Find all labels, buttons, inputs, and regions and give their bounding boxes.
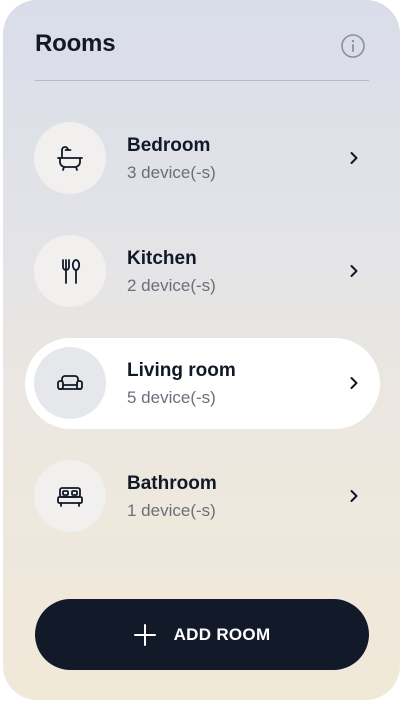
bed-icon bbox=[57, 487, 83, 507]
page-title: Rooms bbox=[35, 30, 116, 57]
room-name: Bedroom bbox=[127, 135, 211, 156]
room-icon-circle bbox=[34, 347, 106, 419]
fork-spoon-icon bbox=[62, 259, 81, 284]
sofa-icon bbox=[57, 375, 83, 390]
info-icon[interactable] bbox=[341, 34, 365, 58]
room-name: Bathroom bbox=[127, 473, 217, 494]
room-item-bedroom[interactable]: Bedroom 3 device(-s) bbox=[25, 113, 380, 204]
room-item-living-room[interactable]: Living room 5 device(-s) bbox=[25, 338, 380, 429]
room-device-count: 2 device(-s) bbox=[127, 276, 216, 295]
room-device-count: 1 device(-s) bbox=[127, 501, 216, 520]
chevron-right-icon bbox=[350, 265, 358, 277]
add-room-label: ADD ROOM bbox=[173, 624, 271, 644]
header-divider bbox=[35, 80, 369, 81]
rooms-screen: Rooms Bedroom 3 device(-s) Kitchen 2 dev… bbox=[3, 0, 400, 700]
bathtub-icon bbox=[57, 146, 83, 171]
add-room-button[interactable]: ADD ROOM bbox=[35, 599, 369, 670]
chevron-right-icon bbox=[350, 377, 358, 389]
room-item-bathroom[interactable]: Bathroom 1 device(-s) bbox=[25, 451, 380, 542]
room-name: Kitchen bbox=[127, 248, 197, 269]
room-icon-circle bbox=[34, 235, 106, 307]
chevron-right-icon bbox=[350, 152, 358, 164]
plus-icon bbox=[133, 623, 156, 646]
room-device-count: 3 device(-s) bbox=[127, 163, 216, 182]
room-icon-circle bbox=[34, 460, 106, 532]
room-item-kitchen[interactable]: Kitchen 2 device(-s) bbox=[25, 226, 380, 317]
chevron-right-icon bbox=[350, 490, 358, 502]
room-device-count: 5 device(-s) bbox=[127, 388, 216, 407]
room-icon-circle bbox=[34, 122, 106, 194]
room-name: Living room bbox=[127, 360, 236, 381]
